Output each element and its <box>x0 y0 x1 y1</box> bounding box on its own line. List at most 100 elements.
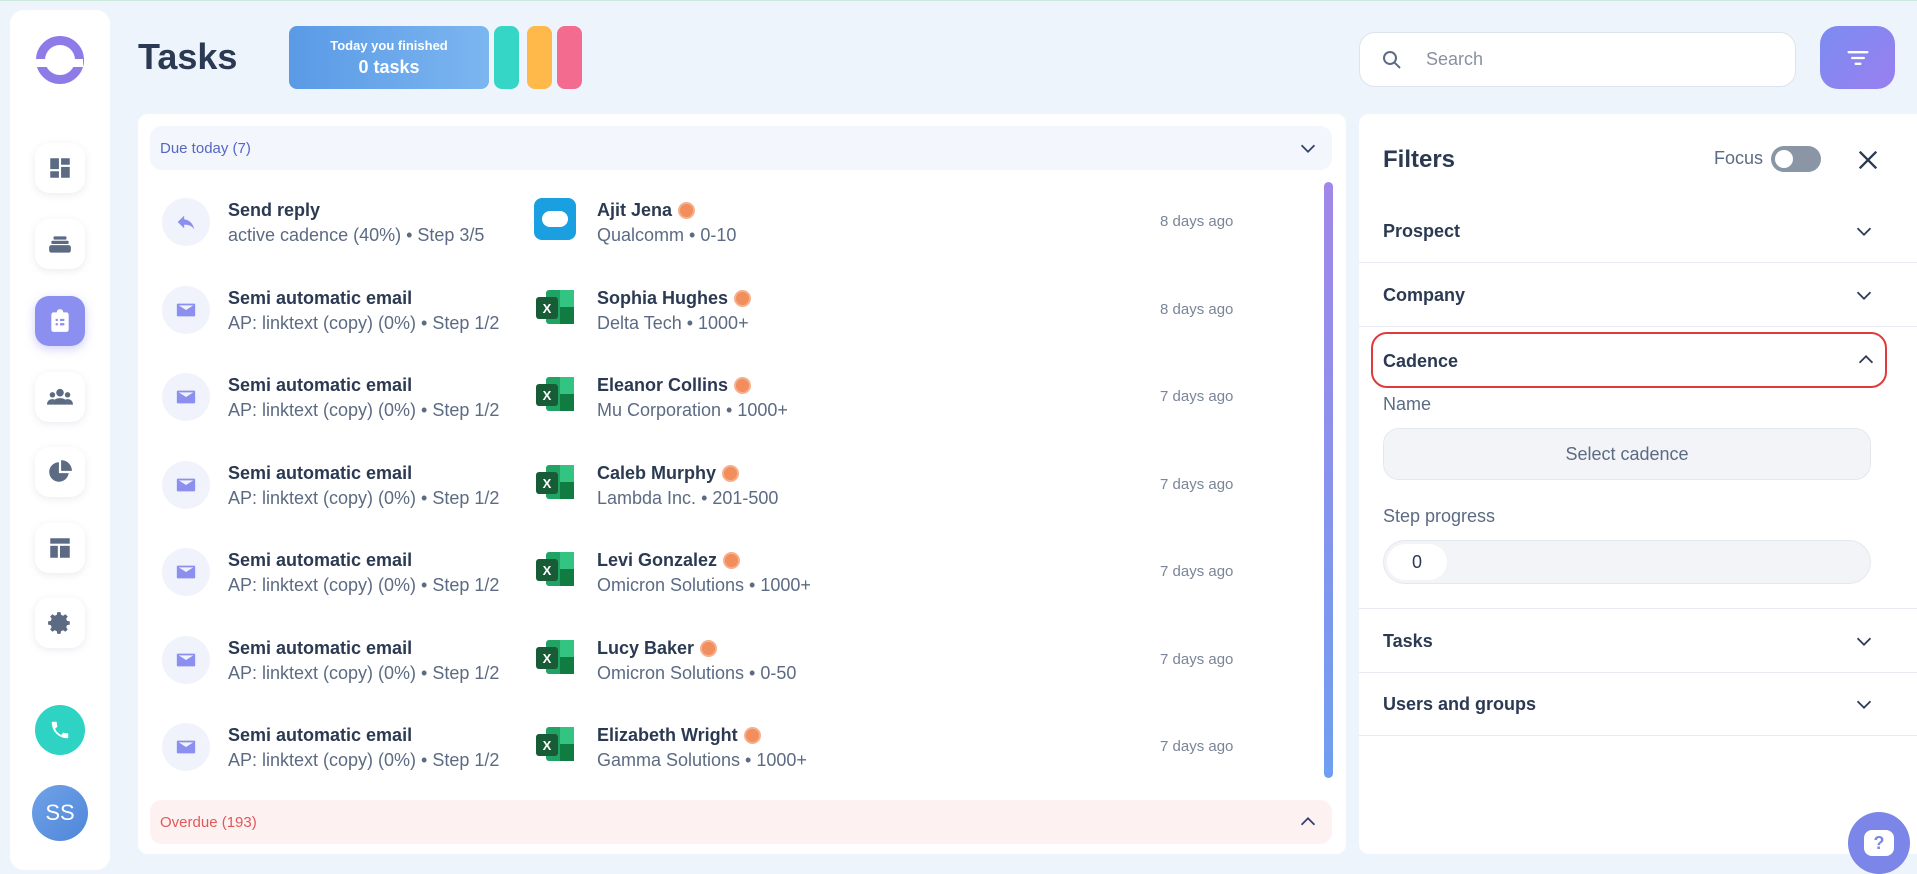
prospect-name[interactable]: Lucy Baker <box>597 638 718 659</box>
filter-label: Users and groups <box>1383 694 1537 714</box>
focus-toggle[interactable] <box>1771 146 1821 172</box>
task-row[interactable]: Semi automatic email AP: linktext (copy)… <box>160 272 1260 360</box>
select-cadence-dropdown[interactable]: Select cadence <box>1383 428 1871 480</box>
task-row[interactable]: Semi automatic email AP: linktext (copy)… <box>160 447 1260 535</box>
finished-tasks-card: Today you finished 0 tasks <box>289 26 489 89</box>
email-icon <box>162 723 210 771</box>
page-title: Tasks <box>138 36 238 77</box>
stat-pill-orange[interactable] <box>527 26 552 89</box>
due-today-label: Due today (7) <box>160 139 251 157</box>
contacts-nav-button[interactable] <box>35 372 85 422</box>
excel-icon: X <box>536 377 574 411</box>
dashboard-nav-button[interactable] <box>35 143 85 193</box>
email-icon <box>162 635 210 684</box>
prospect-name[interactable]: Ajit Jena <box>597 200 696 221</box>
globe-icon <box>723 552 741 569</box>
prospect-company: Qualcomm • 0-10 <box>597 225 737 245</box>
overdue-header[interactable]: Overdue (193) <box>150 800 1332 844</box>
task-cadence: AP: linktext (copy) (0%) • Step 1/2 <box>228 662 500 683</box>
task-cadence: active cadence (40%) • Step 3/5 <box>228 225 485 245</box>
filter-section-users[interactable]: Users and groups <box>1359 672 1917 736</box>
tasks-nav-button[interactable] <box>35 296 85 346</box>
filter-section-prospect[interactable]: Prospect <box>1359 199 1917 263</box>
settings-nav-button[interactable] <box>35 598 85 648</box>
email-icon <box>162 373 210 421</box>
globe-icon <box>722 464 740 482</box>
chevron-down-icon <box>1856 291 1872 300</box>
excel-icon: X <box>536 552 574 586</box>
search-input[interactable] <box>1426 49 1756 70</box>
task-cadence: AP: linktext (copy) (0%) • Step 1/2 <box>228 750 500 770</box>
task-time: 7 days ago <box>1160 650 1234 668</box>
task-time: 7 days ago <box>1160 475 1234 493</box>
svg-text:X: X <box>543 301 552 316</box>
prospect-company: Delta Tech • 1000+ <box>597 312 749 333</box>
templates-nav-button[interactable] <box>35 523 85 573</box>
task-row[interactable]: Semi automatic email AP: linktext (copy)… <box>160 359 1260 447</box>
search-icon <box>1383 50 1401 69</box>
reply-icon <box>162 198 210 246</box>
excel-icon: X <box>536 639 574 674</box>
overdue-label: Overdue (193) <box>160 813 257 831</box>
due-today-header[interactable]: Due today (7) <box>150 126 1332 170</box>
task-list-scrollbar[interactable] <box>1324 182 1333 778</box>
contacts-icon <box>47 388 73 405</box>
task-time: 7 days ago <box>1160 388 1234 405</box>
step-progress-value[interactable]: 0 <box>1387 544 1447 580</box>
email-icon <box>162 285 210 334</box>
task-title: Semi automatic email <box>228 462 413 483</box>
call-button[interactable] <box>35 705 85 755</box>
prospect-name[interactable]: Eleanor Collins <box>597 375 752 396</box>
excel-icon: X <box>536 727 574 761</box>
task-row[interactable]: Send reply active cadence (40%) • Step 3… <box>160 184 1260 272</box>
svg-text:X: X <box>543 563 552 578</box>
task-time: 7 days ago <box>1160 563 1234 580</box>
reports-nav-button[interactable] <box>35 447 85 497</box>
toggle-knob <box>1775 150 1793 168</box>
chevron-up-icon <box>1300 817 1316 826</box>
chevron-up-icon <box>1858 355 1874 364</box>
search-box[interactable] <box>1359 32 1796 87</box>
finished-label: Today you finished <box>330 38 448 53</box>
svg-text:X: X <box>543 651 552 666</box>
task-title: Send reply <box>228 200 321 220</box>
inbox-nav-button[interactable] <box>35 219 85 269</box>
help-button[interactable]: ? <box>1848 812 1910 874</box>
filter-section-tasks[interactable]: Tasks <box>1359 609 1917 673</box>
task-time: 8 days ago <box>1160 300 1234 318</box>
task-row[interactable]: Semi automatic email AP: linktext (copy)… <box>160 709 1260 797</box>
filter-label: Tasks <box>1383 631 1433 651</box>
step-progress-slider[interactable]: 0 <box>1383 540 1871 584</box>
prospect-company: Lambda Inc. • 201-500 <box>597 487 779 508</box>
user-avatar[interactable]: SS <box>32 785 88 841</box>
excel-icon: X <box>536 464 574 499</box>
chevron-down-icon <box>1300 144 1316 153</box>
chevron-down-icon <box>1856 637 1872 646</box>
step-progress-label: Step progress <box>1383 506 1496 526</box>
task-row[interactable]: Semi automatic email AP: linktext (copy)… <box>160 622 1260 710</box>
close-filters-button[interactable] <box>1854 146 1882 174</box>
stat-pill-teal[interactable] <box>494 26 519 89</box>
task-list: Send reply active cadence (40%) • Step 3… <box>160 184 1260 797</box>
globe-icon <box>678 202 696 219</box>
filter-section-cadence[interactable]: Cadence <box>1371 332 1887 388</box>
tasks-panel: Due today (7) Send reply active cadence … <box>138 114 1346 854</box>
prospect-name[interactable]: Elizabeth Wright <box>597 725 761 746</box>
filter-section-company[interactable]: Company <box>1359 263 1917 327</box>
prospect-name[interactable]: Caleb Murphy <box>597 463 740 484</box>
focus-label: Focus <box>1714 148 1764 168</box>
filter-toggle-button[interactable] <box>1820 26 1895 89</box>
prospect-name[interactable]: Sophia Hughes <box>597 288 752 309</box>
top-divider <box>0 0 1917 1</box>
globe-icon <box>734 377 752 394</box>
prospect-name[interactable]: Levi Gonzalez <box>597 550 741 571</box>
cadence-name-label: Name <box>1383 394 1432 414</box>
prospect-company: Omicron Solutions • 1000+ <box>597 575 811 595</box>
svg-text:X: X <box>543 476 552 491</box>
inbox-icon <box>49 236 71 253</box>
task-row[interactable]: Semi automatic email AP: linktext (copy)… <box>160 534 1260 622</box>
app-logo[interactable] <box>35 36 84 84</box>
task-title: Semi automatic email <box>228 725 413 745</box>
chevron-down-icon <box>1856 700 1872 709</box>
stat-pill-pink[interactable] <box>557 26 582 89</box>
